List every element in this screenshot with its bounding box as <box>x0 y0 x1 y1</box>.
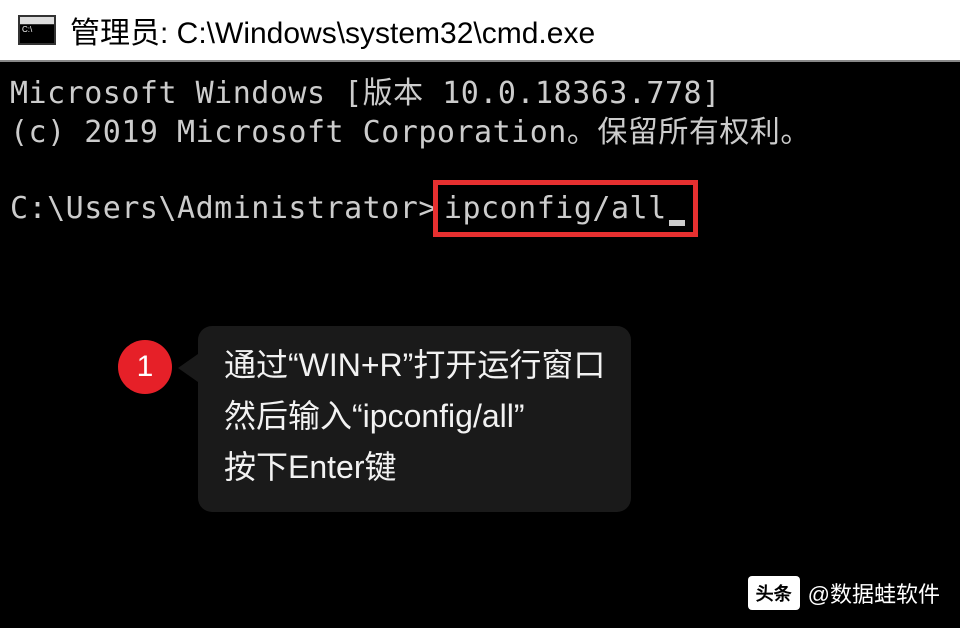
terminal-prompt-line: C:\Users\Administrator> ipconfig/all <box>10 180 950 237</box>
cmd-icon: C:\ <box>18 15 56 45</box>
instruction-callout: 1 通过“WIN+R”打开运行窗口 然后输入“ipconfig/all” 按下E… <box>118 326 631 512</box>
terminal-output-line: (c) 2019 Microsoft Corporation。保留所有权利。 <box>10 113 950 152</box>
command-highlight-box: ipconfig/all <box>433 180 698 237</box>
instruction-line: 通过“WIN+R”打开运行窗口 <box>224 340 605 391</box>
step-number: 1 <box>137 350 154 384</box>
callout-arrow-icon <box>178 354 198 382</box>
instruction-line: 按下Enter键 <box>224 442 605 493</box>
terminal-output-line: Microsoft Windows [版本 10.0.18363.778] <box>10 74 950 113</box>
terminal-area[interactable]: Microsoft Windows [版本 10.0.18363.778] (c… <box>0 62 960 249</box>
terminal-prompt: C:\Users\Administrator> <box>10 189 437 228</box>
watermark-author: @数据蛙软件 <box>808 577 940 609</box>
instruction-text: 通过“WIN+R”打开运行窗口 然后输入“ipconfig/all” 按下Ent… <box>198 326 631 512</box>
cursor-icon <box>669 220 685 226</box>
terminal-command: ipconfig/all <box>444 189 667 228</box>
watermark: 头条 @数据蛙软件 <box>748 576 940 610</box>
toutiao-logo-icon: 头条 <box>748 576 800 610</box>
step-number-badge: 1 <box>118 340 172 394</box>
window-title-bar: C:\ 管理员: C:\Windows\system32\cmd.exe <box>0 0 960 62</box>
instruction-line: 然后输入“ipconfig/all” <box>224 391 605 442</box>
window-title: 管理员: C:\Windows\system32\cmd.exe <box>70 8 595 52</box>
